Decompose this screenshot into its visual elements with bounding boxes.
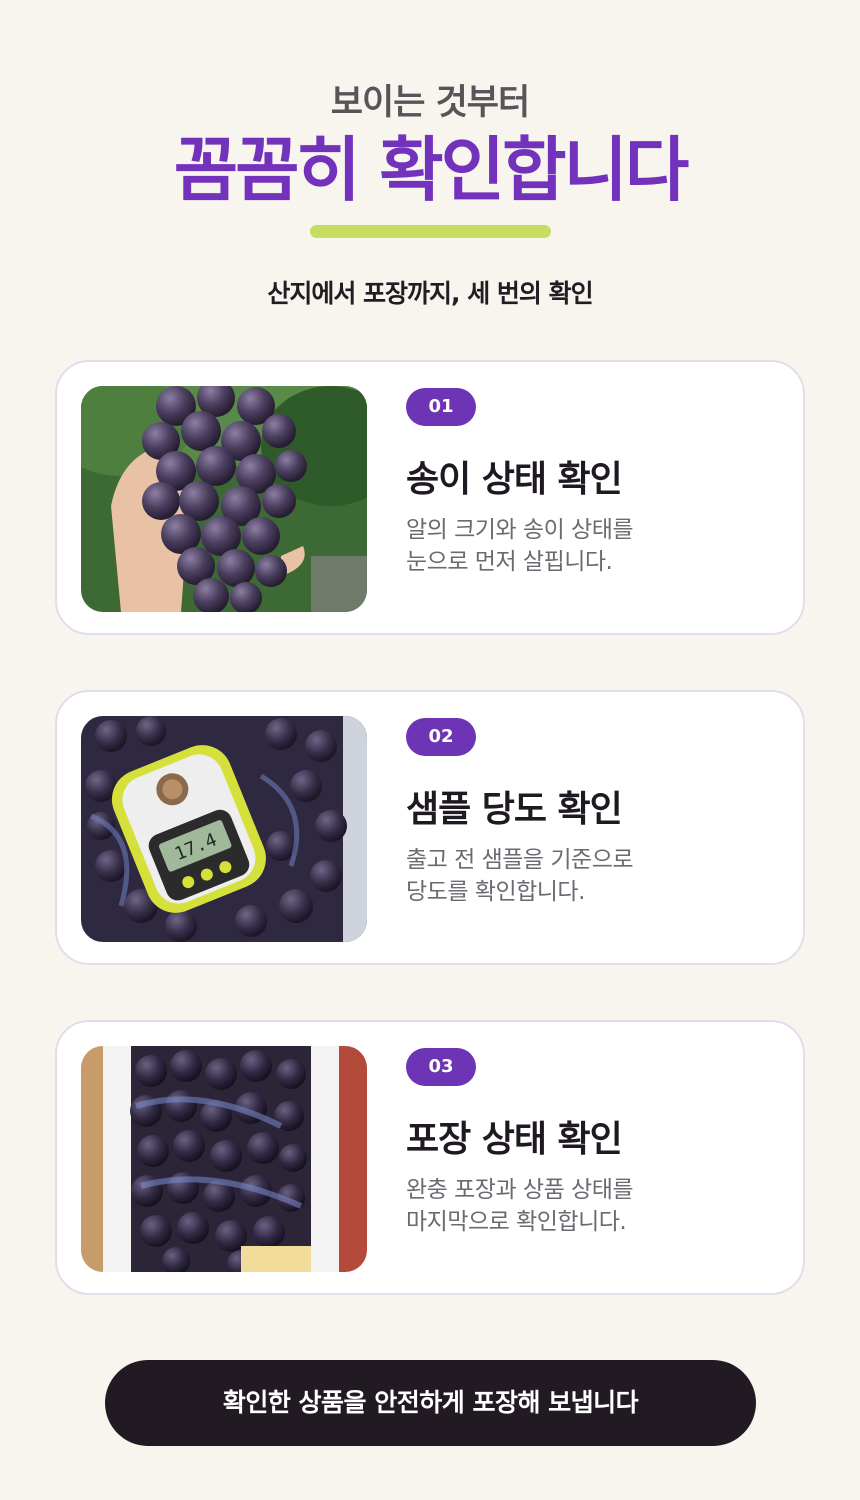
card-title: 포장 상태 확인 xyxy=(406,1119,623,1160)
step-badge: 02 xyxy=(406,718,476,756)
check-card-2: 17.4 02 샘플 당도 확인 출고 전 샘플을 기준으로 당도를 확인합니다… xyxy=(55,690,805,965)
section-subtitle: 보이는 것부터 xyxy=(330,83,530,123)
card-description-line: 알의 크기와 송이 상태를 xyxy=(406,517,634,543)
card-description-line: 당도를 확인합니다. xyxy=(406,879,585,905)
card-description-line: 눈으로 먼저 살핍니다. xyxy=(406,549,613,575)
grape-bunch-photo xyxy=(81,386,367,612)
section-lead: 산지에서 포장까지, 세 번의 확인 xyxy=(267,279,593,308)
grape-bunch-illustration xyxy=(81,386,367,612)
refractometer-photo: 17.4 xyxy=(81,716,367,942)
check-card-3: 03 포장 상태 확인 완충 포장과 상품 상태를 마지막으로 확인합니다. xyxy=(55,1020,805,1295)
packed-box-illustration xyxy=(81,1046,367,1272)
card-title: 샘플 당도 확인 xyxy=(406,789,623,830)
page: 보이는 것부터 꼼꼼히 확인합니다 산지에서 포장까지, 세 번의 확인 01 … xyxy=(0,0,860,1500)
card-description-line: 마지막으로 확인합니다. xyxy=(406,1209,627,1235)
card-title: 송이 상태 확인 xyxy=(406,459,623,500)
check-card-1: 01 송이 상태 확인 알의 크기와 송이 상태를 눈으로 먼저 살핍니다. xyxy=(55,360,805,635)
refractometer-illustration: 17.4 xyxy=(81,716,367,942)
card-description-line: 완충 포장과 상품 상태를 xyxy=(406,1177,634,1203)
step-badge: 03 xyxy=(406,1048,476,1086)
headline-underline xyxy=(310,225,551,238)
section-headline: 꼼꼼히 확인합니다 xyxy=(173,129,690,211)
packed-box-photo xyxy=(81,1046,367,1272)
cta-button[interactable]: 확인한 상품을 안전하게 포장해 보냅니다 xyxy=(105,1360,756,1446)
card-description: 완충 포장과 상품 상태를 마지막으로 확인합니다. xyxy=(406,1174,786,1238)
step-badge: 01 xyxy=(406,388,476,426)
card-description: 출고 전 샘플을 기준으로 당도를 확인합니다. xyxy=(406,844,786,908)
card-description-line: 출고 전 샘플을 기준으로 xyxy=(406,847,634,873)
card-description: 알의 크기와 송이 상태를 눈으로 먼저 살핍니다. xyxy=(406,514,786,578)
